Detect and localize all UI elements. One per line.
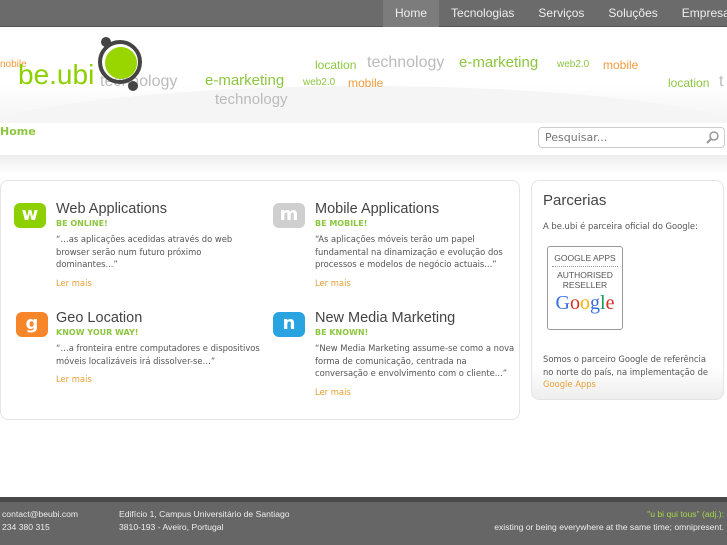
footer-email[interactable]: contact@beubi.com [2,508,78,521]
tag-word: location [315,58,357,72]
nav-servicos[interactable]: Serviços [526,0,596,27]
footer-address: Edifício 1, Campus Universitário de Sant… [119,509,290,519]
read-more-link[interactable]: Ler mais [56,278,92,288]
tag-word: mobile [348,76,384,90]
top-bar: Home Tecnologias Serviços Soluções Empre… [0,0,727,27]
read-more-link[interactable]: Ler mais [56,374,92,384]
google-reseller-badge[interactable]: GOOGLE APPS AUTHORISED RESELLER Google [547,246,623,330]
service-title[interactable]: Mobile Applications [315,201,520,218]
service-subtitle: BE ONLINE! [56,219,108,228]
tag-word: technology [367,54,445,71]
sidebar-text-body: Somos o parceiro Google de referência no… [543,354,709,377]
tag-word: web2.0 [303,77,336,88]
tag-word: web2.0 [557,59,590,70]
service-title[interactable]: New Media Marketing [315,310,520,327]
breadcrumb[interactable]: Home [0,125,36,138]
nav-solucoes[interactable]: Soluções [596,0,669,27]
new-media-icon: n [273,312,305,337]
sidebar-intro: A be.ubi é parceira oficial do Google: [543,221,698,231]
footer-definition: existing or being everywhere at the same… [494,521,724,532]
tag-word: e-marketing [205,72,285,89]
tag-word: mobile [603,58,639,72]
main-nav: Home Tecnologias Serviços Soluções Empre… [383,0,727,27]
be-ubi-logo[interactable]: be.ubi [18,36,148,96]
web-app-icon: w [14,203,46,228]
service-text: “As aplicações móveis terão um papel fun… [315,234,503,269]
service-text: “…a fronteira entre computadores e dispo… [56,343,260,366]
service-subtitle: BE MOBILE! [315,219,368,228]
divider [0,155,727,175]
tag-word: t [719,73,724,90]
service-title[interactable]: Web Applications [56,201,261,218]
badge-line: RESELLER [562,280,608,290]
footer: contact@beubi.com 234 380 315 Edifício 1,… [0,497,727,545]
sidebar-title: Parcerias [543,192,607,209]
svg-text:be.ubi: be.ubi [18,59,94,90]
google-apps-link[interactable]: Google Apps [543,379,596,389]
badge-line: AUTHORISED [557,270,613,280]
footer-quote: "u bi qui tous" (adj.): [647,509,724,519]
service-text: “New Media Marketing assume-se como a no… [315,343,515,378]
service-subtitle: BE KNOWN! [315,328,369,337]
tag-word: technology [215,91,288,108]
service-text: “…as aplicações acedidas através do web … [56,234,233,269]
tag-word: location [668,76,710,90]
badge-line: GOOGLE APPS [552,253,618,267]
services-panel: w Web Applications BE ONLINE! “…as aplic… [0,180,520,420]
service-title[interactable]: Geo Location [56,310,261,327]
footer-phone: 234 380 315 [2,521,50,532]
read-more-link[interactable]: Ler mais [315,387,351,397]
tag-word: e-marketing [459,54,539,71]
sidebar-text: Somos o parceiro Google de referência no… [543,353,718,391]
google-logo: Google [555,292,615,314]
read-more-link[interactable]: Ler mais [315,278,351,288]
geo-location-icon: g [16,312,48,337]
service-subtitle: KNOW YOUR WAY! [56,328,139,337]
search-input[interactable] [538,127,725,148]
mobile-app-icon: m [273,203,305,228]
partners-sidebar: Parcerias A be.ubi é parceira oficial do… [531,180,724,400]
search-icon[interactable] [706,130,720,144]
footer-address-city: 3810-193 - Aveiro, Portugal [119,521,224,532]
nav-empresa[interactable]: Empresa [670,0,727,27]
nav-tecnologias[interactable]: Tecnologias [439,0,526,27]
nav-home[interactable]: Home [383,0,440,27]
